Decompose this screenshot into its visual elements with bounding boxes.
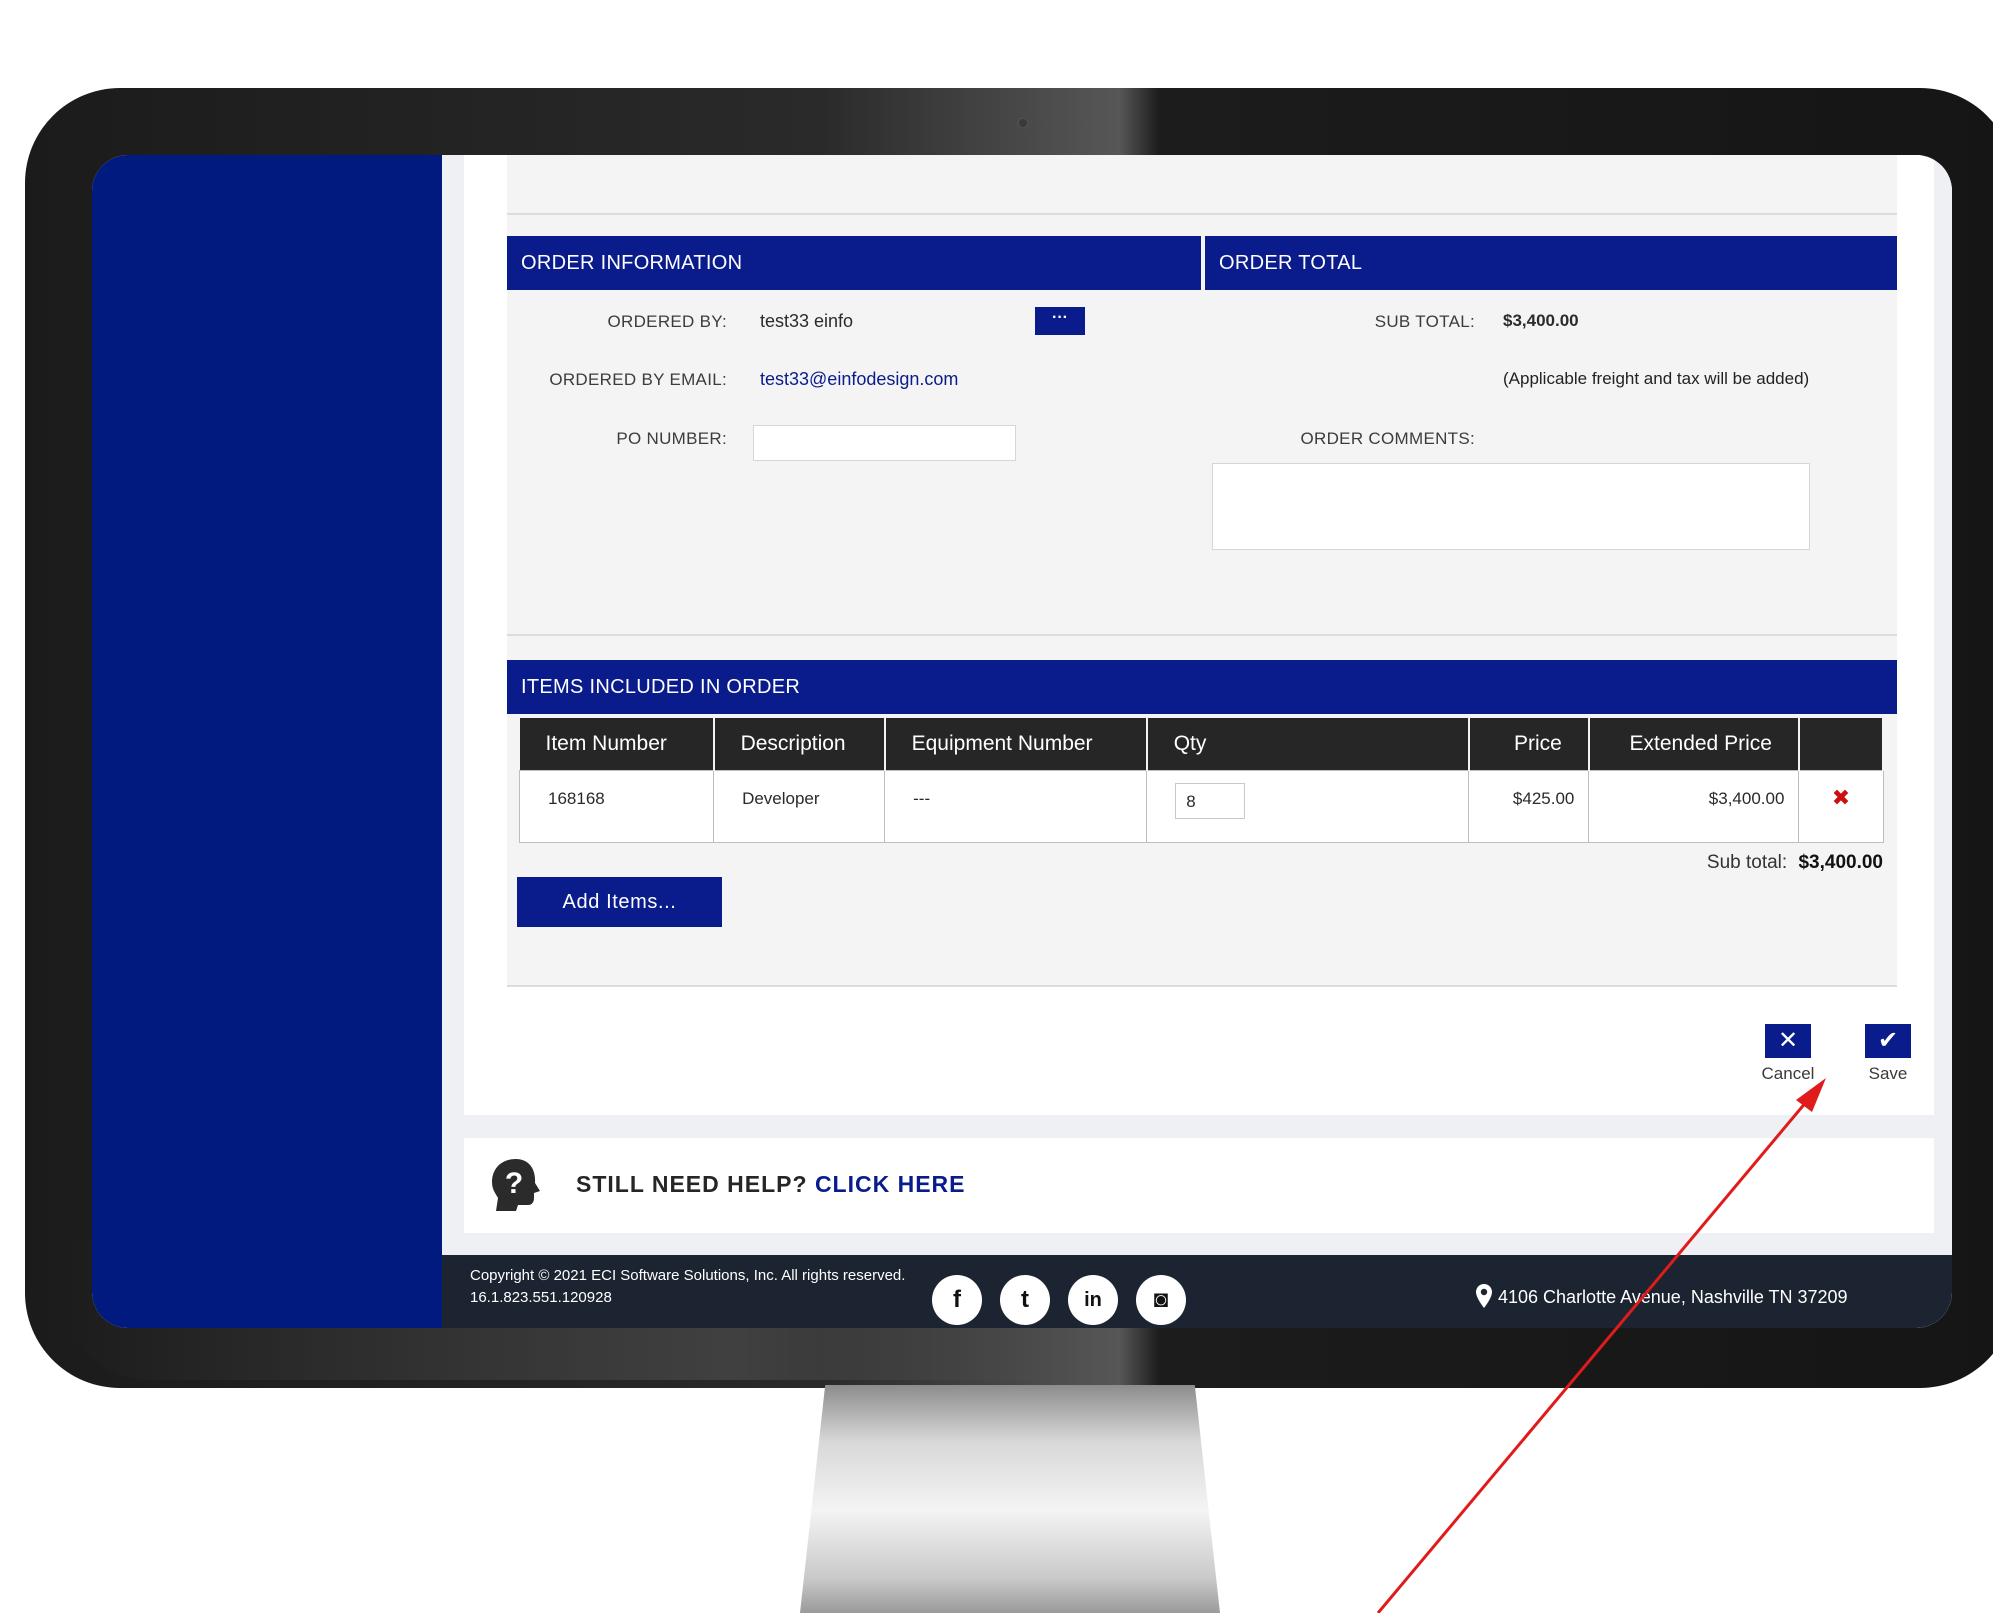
ordered-by-email-label: ORDERED BY EMAIL: [549,370,727,389]
help-link[interactable]: CLICK HERE [815,1171,966,1197]
address-text: 4106 Charlotte Avenue, Nashville TN 3720… [1498,1287,1848,1307]
order-form: ORDER INFORMATION ORDER TOTAL ORDERED BY… [507,155,1897,987]
help-text: STILL NEED HELP? CLICK HERE [576,1171,966,1198]
twitter-icon[interactable]: t [1000,1275,1050,1325]
add-items-button[interactable]: Add Items... [517,877,722,927]
qty-input[interactable]: 8 [1175,782,1246,819]
help-banner: ? STILL NEED HELP? CLICK HERE [464,1138,1934,1233]
order-card: ORDER INFORMATION ORDER TOTAL ORDERED BY… [464,155,1934,1115]
help-prefix: STILL NEED HELP? [576,1171,808,1197]
sub-total-value: $3,400.00 [1503,311,1579,330]
sub-total-label: SUB TOTAL: [1374,312,1475,331]
qty-cell: 8 [1146,769,1470,843]
equipment-number-cell: --- [884,769,1148,843]
table-header-row: Item Number Description Equipment Number… [519,718,1885,770]
delete-cell: ✖ [1798,769,1884,843]
order-comments-label: ORDER COMMENTS: [1300,429,1475,448]
instagram-icon[interactable]: ◙ [1136,1275,1186,1325]
column-header-actions [1798,718,1885,770]
linkedin-icon[interactable]: in [1068,1275,1118,1325]
monitor-stand [800,1385,1220,1613]
items-header: ITEMS INCLUDED IN ORDER [507,660,1897,714]
close-icon: ✕ [1765,1024,1811,1058]
ordered-by-value: test33 einfo [760,311,854,331]
ordered-by-email-value: test33@einfodesign.com [760,369,959,389]
help-head-icon: ? [492,1159,540,1211]
items-subtotal-label: Sub total: [1706,852,1788,873]
delete-x-icon[interactable]: ✖ [1832,785,1850,810]
items-table: Item Number Description Equipment Number… [518,718,1885,843]
column-header[interactable]: Item Number [519,718,715,770]
divider [507,213,1897,215]
save-button[interactable]: ✔ Save [1858,1024,1918,1084]
freight-note: (Applicable freight and tax will be adde… [1503,369,1810,388]
extended-price-cell: $3,400.00 [1588,769,1800,843]
po-number-input[interactable] [753,425,1016,461]
order-information-header: ORDER INFORMATION [507,236,1201,290]
location-pin-icon [1476,1284,1492,1308]
screen: ORDER INFORMATION ORDER TOTAL ORDERED BY… [92,155,1952,1328]
facebook-icon[interactable]: f [932,1275,982,1325]
ordered-by-lookup-button[interactable]: ··· [1035,307,1085,335]
divider [507,985,1897,987]
column-header[interactable]: Extended Price [1588,718,1800,770]
left-sidebar-panel [92,155,442,1328]
cancel-button[interactable]: ✕ Cancel [1758,1024,1818,1084]
webcam [1017,117,1029,129]
footer: Copyright © 2021 ECI Software Solutions,… [442,1255,1952,1328]
copyright-block: Copyright © 2021 ECI Software Solutions,… [470,1265,930,1309]
item-number-cell: 168168 [518,769,715,843]
cancel-label: Cancel [1761,1064,1815,1083]
column-header[interactable]: Description [713,718,886,770]
column-header[interactable]: Qty [1146,718,1470,770]
po-number-label: PO NUMBER: [616,429,727,448]
items-subtotal-value: $3,400.00 [1798,852,1883,873]
page-content: ORDER INFORMATION ORDER TOTAL ORDERED BY… [442,155,1952,1328]
save-label: Save [1868,1064,1908,1083]
svg-text:?: ? [505,1167,523,1200]
description-cell: Developer [713,769,886,843]
check-icon: ✔ [1865,1024,1911,1058]
order-comments-textarea[interactable] [1212,463,1810,550]
table-row: 168168 Developer --- 8 $425.00 $3,400.00… [518,769,1884,843]
column-header[interactable]: Price [1468,718,1590,770]
ordered-by-label: ORDERED BY: [607,312,727,331]
items-subtotal: Sub total: $3,400.00 [1707,852,1883,874]
version-text: 16.1.823.551.120928 [470,1289,612,1306]
column-header[interactable]: Equipment Number [884,718,1148,770]
divider [507,634,1897,636]
order-total-header: ORDER TOTAL [1205,236,1897,290]
copyright-text: Copyright © 2021 ECI Software Solutions,… [470,1267,906,1284]
price-cell: $425.00 [1468,769,1590,843]
